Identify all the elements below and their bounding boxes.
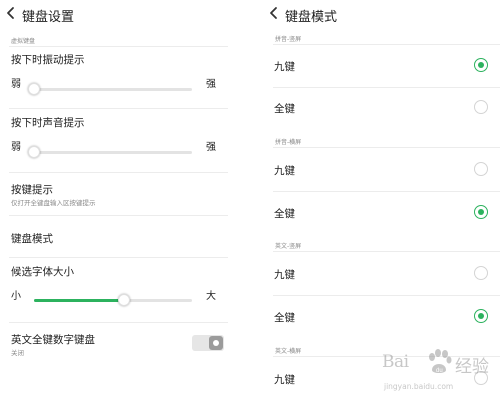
candidate-font-max-label: 大: [206, 291, 216, 302]
candidate-font-title: 候选字体大小: [11, 266, 74, 278]
slider-thumb[interactable]: [28, 146, 40, 158]
keyboard-settings-panel: 键盘设置 虚拟键盘 按下时振动提示 弱 强 按下时声音提示 弱 强 按键提示 仅…: [0, 0, 228, 400]
page-title: 键盘模式: [285, 10, 338, 25]
option-label: 全键: [274, 312, 295, 324]
option-pinyin-portrait-full[interactable]: 全键: [265, 88, 500, 128]
slider-fill: [34, 299, 125, 302]
divider: [273, 44, 500, 45]
divider: [9, 257, 228, 258]
vibration-slider[interactable]: [28, 83, 192, 95]
option-label: 九键: [274, 374, 295, 386]
candidate-font-slider[interactable]: [34, 294, 192, 306]
english-number-status: 关闭: [11, 349, 24, 357]
toggle-knob: [209, 336, 223, 350]
group-title-english-portrait: 英文-竖屏: [275, 243, 302, 250]
divider: [273, 251, 500, 252]
english-number-toggle[interactable]: [192, 335, 224, 351]
slider-thumb[interactable]: [28, 83, 40, 95]
group-title-pinyin-portrait: 拼音-竖屏: [275, 36, 302, 43]
candidate-font-min-label: 小: [11, 291, 21, 302]
group-title-pinyin-landscape: 拼音-横屏: [275, 139, 302, 146]
sound-title: 按下时声音提示: [11, 117, 85, 129]
option-pinyin-landscape-nine[interactable]: 九键: [265, 150, 500, 190]
keyboard-mode-row[interactable]: 键盘模式: [0, 216, 228, 256]
key-hint-row[interactable]: 按键提示 仅打开全键盘输入区按键提示: [0, 173, 228, 213]
mode-header: 键盘模式: [265, 0, 500, 28]
option-label: 九键: [274, 61, 295, 73]
divider: [9, 46, 228, 47]
settings-header: 键盘设置: [0, 0, 228, 28]
option-label: 九键: [274, 165, 295, 177]
key-hint-title: 按键提示: [11, 184, 53, 196]
divider: [9, 108, 228, 109]
option-label: 九键: [274, 269, 295, 281]
option-english-portrait-full[interactable]: 全键: [265, 297, 500, 337]
group-title-english-landscape: 英文-横屏: [275, 348, 302, 355]
divider: [273, 295, 500, 296]
divider: [273, 147, 500, 148]
radio-button[interactable]: [474, 371, 488, 385]
option-label: 全键: [274, 103, 295, 115]
chevron-left-icon[interactable]: [269, 4, 283, 22]
radio-button[interactable]: [474, 100, 488, 114]
vibration-title: 按下时振动提示: [11, 54, 85, 66]
sound-slider[interactable]: [28, 146, 192, 158]
option-pinyin-portrait-nine[interactable]: 九键: [265, 46, 500, 86]
english-number-title: 英文全键数字键盘: [11, 334, 95, 346]
key-hint-subtitle: 仅打开全键盘输入区按键提示: [11, 199, 96, 207]
vibration-min-label: 弱: [11, 79, 21, 90]
keyboard-mode-panel: 键盘模式 拼音-竖屏 九键 全键 拼音-横屏 九键 全键 英文-竖屏 九键 全键…: [265, 0, 500, 400]
vibration-max-label: 强: [206, 79, 216, 90]
radio-button[interactable]: [474, 205, 488, 219]
option-label: 全键: [274, 208, 295, 220]
divider: [273, 356, 500, 357]
option-english-portrait-nine[interactable]: 九键: [265, 254, 500, 294]
option-pinyin-landscape-full[interactable]: 全键: [265, 193, 500, 233]
option-english-landscape-nine[interactable]: 九键: [265, 359, 500, 399]
divider: [273, 191, 500, 192]
slider-thumb[interactable]: [118, 294, 131, 306]
keyboard-mode-title: 键盘模式: [11, 233, 53, 245]
radio-button[interactable]: [474, 162, 488, 176]
chevron-left-icon[interactable]: [6, 4, 20, 22]
radio-button[interactable]: [474, 309, 488, 323]
page-title: 键盘设置: [22, 10, 75, 25]
english-number-row: 英文全键数字键盘 关闭: [0, 323, 228, 363]
sound-max-label: 强: [206, 142, 216, 153]
section-title-virtual-keyboard: 虚拟键盘: [11, 38, 36, 45]
sound-min-label: 弱: [11, 142, 21, 153]
radio-button[interactable]: [474, 266, 488, 280]
radio-button[interactable]: [474, 58, 488, 72]
